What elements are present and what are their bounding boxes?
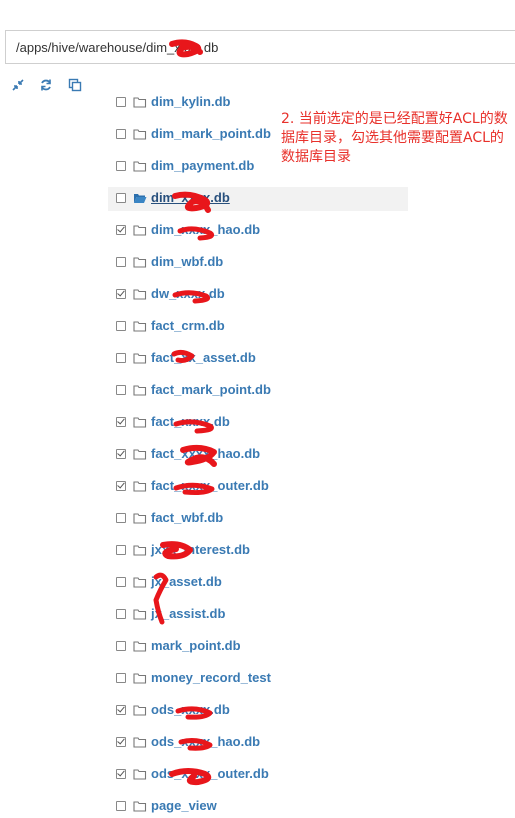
folder-icon [133,481,147,492]
checkbox[interactable] [116,801,126,811]
checkbox-checked[interactable] [116,768,126,779]
folder-icon [133,609,147,620]
folder-icon [133,737,147,748]
tree-row[interactable]: fact_mark_point.db [108,379,408,403]
tree-row[interactable]: fact_xxxx_outer.db [108,475,408,499]
tree-row-label[interactable]: fact_xxxx_hao.db [151,446,260,461]
folder-icon [133,289,147,300]
checkbox-checked[interactable] [116,480,126,491]
checkbox[interactable] [116,257,126,267]
tree-row[interactable]: ods_xxxx_hao.db [108,731,408,755]
tree-row-label[interactable]: dim_mark_point.db [151,126,271,141]
checkbox[interactable] [116,545,126,555]
tree-row-label[interactable]: dim_payment.db [151,158,254,173]
tree-row-label[interactable]: fact_mark_point.db [151,382,271,397]
checkbox[interactable] [116,609,126,619]
tree-row-label[interactable]: jx_assist.db [151,606,225,621]
folder-icon [133,321,147,332]
tree-row-label[interactable]: ods_xxxx_hao.db [151,734,260,749]
folder-icon [133,801,147,812]
tree-row[interactable]: dim_wbf.db [108,251,408,275]
folder-icon [133,353,147,364]
tree-row-label[interactable]: fact_xx_asset.db [151,350,256,365]
tree-row-label[interactable]: money_record_test [151,670,271,685]
path-input[interactable]: /apps/hive/warehouse/dim_xxxx.db [16,40,218,55]
folder-icon [133,705,147,716]
folder-tree: dim_kylin.db dim_mark_point.db dim_payment… [0,88,515,818]
checkbox-checked[interactable] [116,736,126,747]
tree-row-label[interactable]: jxxx_interest.db [151,542,250,557]
tree-row[interactable]: dim_xxxx_hao.db [108,219,408,243]
folder-icon [133,257,147,268]
tree-row-label[interactable]: jx_asset.db [151,574,222,589]
tree-row[interactable]: mark_point.db [108,635,408,659]
folder-icon [133,225,147,236]
folder-icon [133,417,147,428]
tree-row[interactable]: money_record_test [108,667,408,691]
folder-icon [133,129,147,140]
checkbox[interactable] [116,321,126,331]
tree-row[interactable]: fact_wbf.db [108,507,408,531]
tree-row-label[interactable]: mark_point.db [151,638,241,653]
folder-icon [133,641,147,652]
checkbox[interactable] [116,193,126,203]
folder-icon [133,577,147,588]
checkbox-checked[interactable] [116,288,126,299]
folder-icon [133,673,147,684]
checkbox[interactable] [116,129,126,139]
checkbox[interactable] [116,161,126,171]
tree-row-label[interactable]: ods_xxxx.db [151,702,230,717]
checkbox[interactable] [116,353,126,363]
tree-row-label[interactable]: fact_xxxx_outer.db [151,478,269,493]
folder-icon [133,385,147,396]
tree-row[interactable]: page_view [108,795,408,818]
path-bar[interactable]: /apps/hive/warehouse/dim_xxxx.db [5,30,515,64]
tree-row-label[interactable]: dim_wbf.db [151,254,223,269]
tree-row-label[interactable]: page_view [151,798,217,813]
tree-row-label[interactable]: fact_xxxx.db [151,414,230,429]
checkbox[interactable] [116,97,126,107]
tree-row-label[interactable]: dim_xxxx.db [151,190,230,205]
checkbox[interactable] [116,577,126,587]
tree-row-label[interactable]: fact_crm.db [151,318,225,333]
tree-row[interactable]: dw_xxxx.db [108,283,408,307]
tree-row[interactable]: dim_xxxx.db [108,187,408,211]
folder-open-icon [134,194,147,203]
folder-icon [133,545,147,556]
tree-row[interactable]: fact_xxxx_hao.db [108,443,408,467]
checkbox[interactable] [116,385,126,395]
checkbox[interactable] [116,513,126,523]
tree-row-label[interactable]: ods_xxxx_outer.db [151,766,269,781]
tree-row[interactable]: ods_xxxx.db [108,699,408,723]
tree-row-label[interactable]: fact_wbf.db [151,510,223,525]
tree-row[interactable]: jxxx_interest.db [108,539,408,563]
tree-row[interactable]: jx_asset.db [108,571,408,595]
checkbox-checked[interactable] [116,704,126,715]
checkbox[interactable] [116,641,126,651]
folder-icon [133,161,147,172]
folder-icon [133,97,147,108]
tree-row[interactable]: ods_xxxx_outer.db [108,763,408,787]
checkbox-checked[interactable] [116,416,126,427]
tree-row[interactable]: jx_assist.db [108,603,408,627]
tree-row[interactable]: fact_xxxx.db [108,411,408,435]
folder-icon [133,513,147,524]
folder-icon [133,449,147,460]
folder-icon [133,769,147,780]
tree-row[interactable]: fact_xx_asset.db [108,347,408,371]
checkbox[interactable] [116,673,126,683]
annotation-note: 2. 当前选定的是已经配置好ACL的数据库目录，勾选其他需要配置ACL的数据库目… [281,111,508,165]
tree-row-label[interactable]: dw_xxxx.db [151,286,225,301]
tree-row[interactable]: fact_crm.db [108,315,408,339]
checkbox-checked[interactable] [116,224,126,235]
checkbox-checked[interactable] [116,448,126,459]
tree-row-label[interactable]: dim_xxxx_hao.db [151,222,260,237]
tree-row-label[interactable]: dim_kylin.db [151,94,230,109]
